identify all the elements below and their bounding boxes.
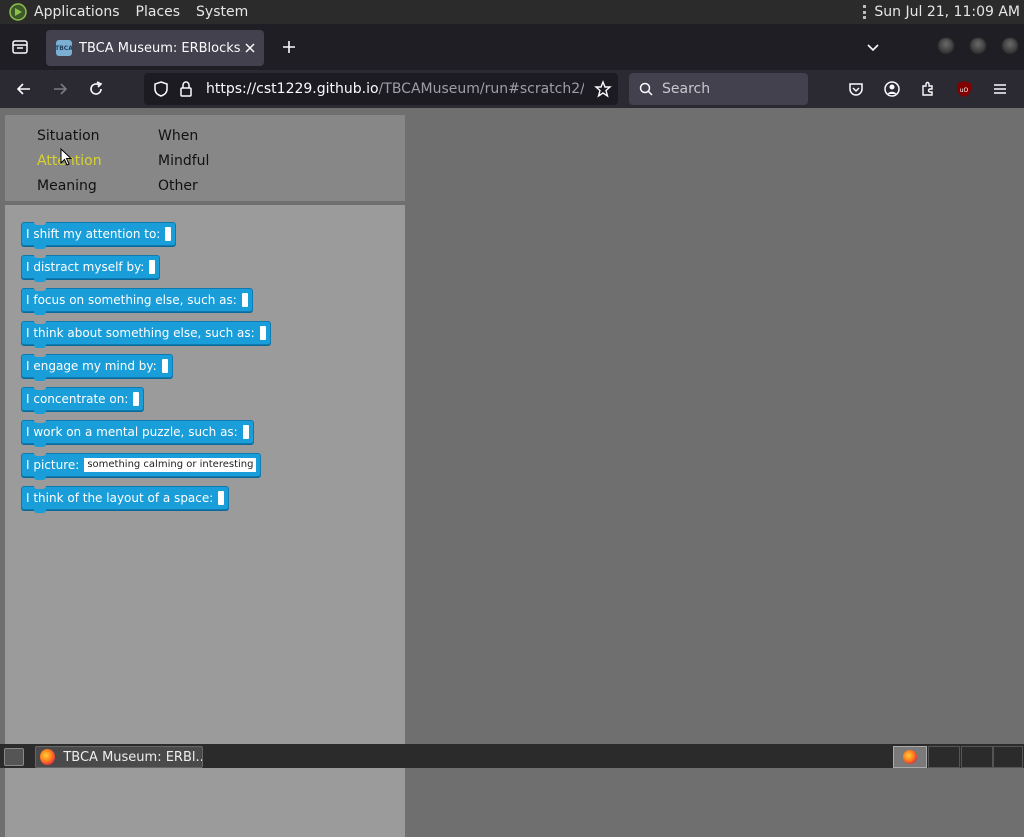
block-label: I engage my mind by: xyxy=(26,359,157,373)
hamburger-menu-icon[interactable] xyxy=(990,79,1010,99)
block-shift-attention[interactable]: I shift my attention to: xyxy=(21,222,177,249)
block-input-slot[interactable] xyxy=(218,491,225,505)
block-label: I focus on something else, such as: xyxy=(26,293,237,307)
close-window-button[interactable] xyxy=(1001,37,1019,55)
block-think-about-something-else[interactable]: I think about something else, such as: xyxy=(21,321,271,348)
workspace-4[interactable] xyxy=(993,746,1023,768)
tab-bar: TBCA TBCA Museum: ERBlocks.sv xyxy=(0,24,1024,70)
url-path: /TBCAMuseum/run#scratch2/ERBlocks xyxy=(378,81,584,97)
category-situation[interactable]: Situation xyxy=(37,128,100,144)
block-focus-something-else[interactable]: I focus on something else, such as: xyxy=(21,288,253,315)
system-menu[interactable]: System xyxy=(196,4,248,20)
block-label: I work on a mental puzzle, such as: xyxy=(26,425,238,439)
block-picture[interactable]: I picture: something calming or interesti… xyxy=(21,453,262,480)
category-when[interactable]: When xyxy=(158,128,198,144)
bookmark-star-icon[interactable] xyxy=(594,80,612,102)
category-other[interactable]: Other xyxy=(158,178,198,194)
block-mental-puzzle[interactable]: I work on a mental puzzle, such as: xyxy=(21,420,254,447)
block-layout-of-space[interactable]: I think of the layout of a space: xyxy=(21,486,230,513)
workspace-3[interactable] xyxy=(961,746,993,768)
tab-favicon-icon: TBCA xyxy=(55,40,73,56)
distro-logo-icon[interactable] xyxy=(9,3,27,21)
block-label: I think of the layout of a space: xyxy=(26,491,214,505)
reload-icon[interactable] xyxy=(86,79,106,99)
category-menu: Situation Attention Meaning When Mindful… xyxy=(5,115,405,201)
tab-title: TBCA Museum: ERBlocks.sv xyxy=(79,40,242,56)
svg-text:uO: uO xyxy=(960,87,969,94)
new-tab-icon[interactable] xyxy=(279,37,299,57)
navigation-bar: https://cst1229.github.io/TBCAMuseum/run… xyxy=(0,70,1024,108)
page-content: Situation Attention Meaning When Mindful… xyxy=(0,108,1024,837)
block-text-input[interactable]: something calming or interesting xyxy=(84,458,257,472)
search-input[interactable] xyxy=(660,80,794,98)
block-label: I shift my attention to: xyxy=(26,227,161,241)
category-meaning[interactable]: Meaning xyxy=(37,178,97,194)
search-bar[interactable] xyxy=(629,73,808,105)
applications-menu[interactable]: Applications xyxy=(34,4,120,20)
search-icon xyxy=(639,82,653,96)
block-label: I picture: xyxy=(26,458,80,472)
account-icon[interactable] xyxy=(882,79,902,99)
forward-arrow-icon[interactable] xyxy=(50,79,70,99)
taskbar-item-firefox[interactable]: TBCA Museum: ERBl... xyxy=(35,746,203,768)
firefox-icon xyxy=(903,750,917,764)
bottom-taskbar: TBCA Museum: ERBl... xyxy=(0,744,1024,768)
pocket-icon[interactable] xyxy=(846,79,866,99)
block-palette: I shift my attention to: I distract myse… xyxy=(5,205,405,837)
block-input-slot[interactable] xyxy=(242,425,249,439)
lock-icon[interactable] xyxy=(178,80,194,102)
places-menu[interactable]: Places xyxy=(136,4,181,20)
back-arrow-icon[interactable] xyxy=(14,79,34,99)
ublock-origin-icon[interactable]: uO xyxy=(954,79,974,99)
url-host: https://cst1229.github.io xyxy=(206,81,379,97)
firefox-icon xyxy=(40,749,56,765)
block-distract-myself[interactable]: I distract myself by: xyxy=(21,255,161,282)
block-input-slot[interactable] xyxy=(165,227,172,241)
block-input-slot[interactable] xyxy=(259,326,266,340)
block-engage-mind[interactable]: I engage my mind by: xyxy=(21,354,173,381)
category-attention[interactable]: Attention xyxy=(37,153,102,169)
clock[interactable]: Sun Jul 21, 11:09 AM xyxy=(874,4,1020,20)
panel-handle-icon xyxy=(863,5,867,19)
block-input-slot[interactable] xyxy=(149,260,156,274)
tab-tbca-museum[interactable]: TBCA TBCA Museum: ERBlocks.sv xyxy=(46,30,264,66)
workspace-2[interactable] xyxy=(928,746,960,768)
url-bar[interactable]: https://cst1229.github.io/TBCAMuseum/run… xyxy=(144,73,618,105)
block-input-slot[interactable] xyxy=(241,293,248,307)
block-input-slot[interactable] xyxy=(133,392,140,406)
minimize-window-button[interactable] xyxy=(937,37,955,55)
top-panel: Applications Places System Sun Jul 21, 1… xyxy=(0,0,1024,24)
shield-icon[interactable] xyxy=(152,80,170,102)
workspace-1[interactable] xyxy=(893,746,927,768)
url-text[interactable]: https://cst1229.github.io/TBCAMuseum/run… xyxy=(206,81,584,97)
extensions-icon[interactable] xyxy=(918,79,938,99)
show-desktop-icon[interactable] xyxy=(4,748,24,766)
block-concentrate-on[interactable]: I concentrate on: xyxy=(21,387,145,414)
taskbar-item-title: TBCA Museum: ERBl... xyxy=(63,749,202,765)
block-label: I concentrate on: xyxy=(26,392,129,406)
block-label: I distract myself by: xyxy=(26,260,145,274)
maximize-window-button[interactable] xyxy=(969,37,987,55)
close-tab-icon[interactable] xyxy=(242,40,258,56)
category-mindful[interactable]: Mindful xyxy=(158,153,209,169)
block-label: I think about something else, such as: xyxy=(26,326,255,340)
block-input-slot[interactable] xyxy=(161,359,168,373)
chevron-down-icon[interactable] xyxy=(863,37,883,57)
firefox-view-icon[interactable] xyxy=(9,36,31,58)
